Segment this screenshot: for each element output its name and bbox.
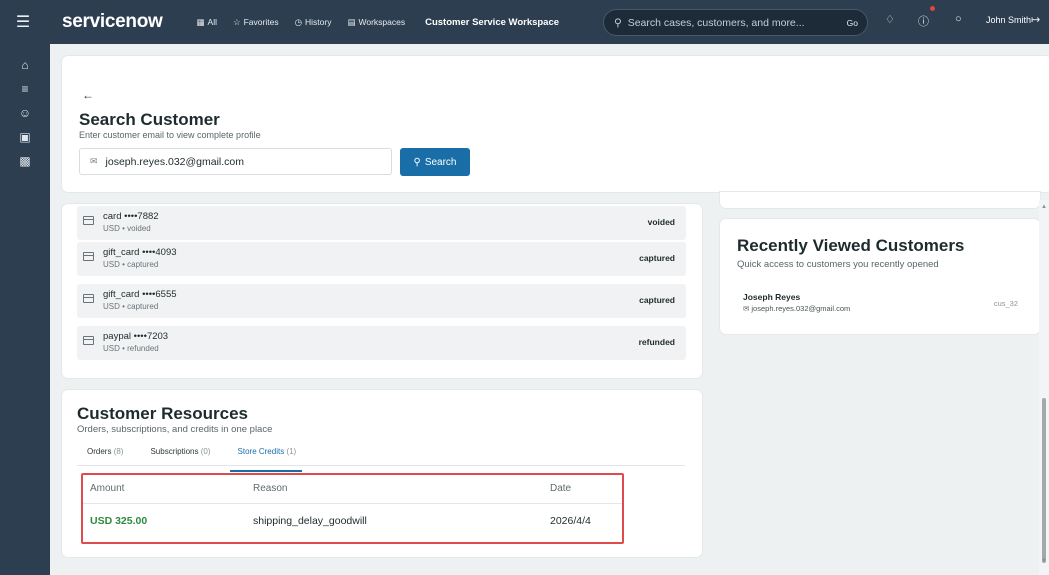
card-icon <box>83 336 94 345</box>
search-button[interactable]: ⚲ Search <box>400 148 470 176</box>
payment-method: gift_card <box>103 289 140 300</box>
clock-icon: ◷ <box>294 16 302 27</box>
nav-all[interactable]: ▦ All <box>197 17 217 28</box>
mail-icon: ✉ <box>90 156 98 166</box>
home-icon[interactable]: ⌂ <box>0 54 50 76</box>
search-icon: ⚲ <box>413 156 421 168</box>
top-navigation-bar: ☰ servicenow ▦ All ☆ Favorites ◷ History ▤ W… <box>0 0 1049 44</box>
page-subtitle: Enter customer email to view complete pr… <box>79 130 261 140</box>
user-name[interactable]: John Smith <box>986 15 1031 25</box>
payment-status: captured <box>639 295 675 305</box>
recent-customer-name: Joseph Reyes <box>743 292 801 302</box>
resource-tabs: Orders (8) Subscriptions (0) Store Credi… <box>77 444 685 472</box>
payment-row[interactable]: paypal ••••7203 USD • refunded refunded <box>77 326 686 360</box>
payment-method: card <box>103 211 122 222</box>
mail-icon: ✉ <box>743 304 750 313</box>
nav-workspaces[interactable]: ▤ Workspaces <box>347 17 405 28</box>
payment-row[interactable]: gift_card ••••6555 USD • captured captur… <box>77 284 686 318</box>
recently-viewed-title: Recently Viewed Customers <box>737 236 965 255</box>
nav-history[interactable]: ◷ History <box>295 17 332 28</box>
card-icon <box>83 294 94 303</box>
recent-customer-id: cus_32 <box>993 299 1018 308</box>
payment-masked: ••••7882 <box>124 211 159 222</box>
search-customer-card: ← Search Customer Enter customer email t… <box>62 56 1049 192</box>
brand-logo[interactable]: servicenow <box>62 11 163 33</box>
logout-icon[interactable]: ↦ <box>1031 13 1040 26</box>
page-scrollbar[interactable]: ▲ ▼ <box>1039 200 1049 575</box>
payment-status: refunded <box>638 337 675 347</box>
star-icon: ☆ <box>232 16 241 27</box>
tab-store-credits[interactable]: Store Credits (1) <box>228 444 302 472</box>
payment-method: gift_card <box>103 247 140 258</box>
left-sidebar: ⌂ ≡ ☺ ▣ ▩ <box>0 44 50 575</box>
highlight-box <box>81 473 624 544</box>
payment-meta: USD • captured <box>103 302 159 311</box>
payment-row[interactable]: card ••••7882 USD • voided voided <box>77 206 686 240</box>
hamburger-menu-icon[interactable]: ☰ <box>0 0 46 44</box>
card-icon <box>83 252 94 261</box>
payment-masked: ••••4093 <box>142 247 177 258</box>
payment-method: paypal <box>103 331 131 342</box>
recently-viewed-subtitle: Quick access to customers you recently o… <box>737 259 939 270</box>
cart-icon[interactable]: ▣ <box>0 126 50 148</box>
global-search-input[interactable]: ⚲ Search cases, customers, and more... G… <box>603 9 868 36</box>
users-icon[interactable]: ☺ <box>0 102 50 124</box>
previous-card-edge <box>720 192 1040 208</box>
payment-status: captured <box>639 253 675 263</box>
payment-meta: USD • refunded <box>103 344 159 353</box>
search-placeholder: Search cases, customers, and more... <box>627 16 805 29</box>
workspace-icon: ▤ <box>347 16 356 27</box>
scroll-down-icon[interactable]: ▼ <box>1041 558 1047 564</box>
recently-viewed-card: Recently Viewed Customers Quick access t… <box>720 219 1040 334</box>
card-icon[interactable]: ▩ <box>0 150 50 172</box>
payment-status: voided <box>647 217 675 227</box>
payment-masked: ••••6555 <box>142 289 177 300</box>
list-icon[interactable]: ≡ <box>0 78 50 100</box>
help-icon[interactable]: ⓘ <box>918 13 929 29</box>
payment-masked: ••••7203 <box>133 331 169 342</box>
workspace-title[interactable]: Customer Service Workspace <box>425 17 559 28</box>
resources-title: Customer Resources <box>77 404 249 423</box>
page-title: Search Customer <box>79 110 220 129</box>
email-field[interactable]: ✉ joseph.reyes.032@gmail.com <box>79 148 392 175</box>
tab-orders[interactable]: Orders (8) <box>77 444 123 465</box>
back-arrow-icon[interactable]: ← <box>82 88 94 102</box>
payment-row[interactable]: gift_card ••••4093 USD • captured captur… <box>77 242 686 276</box>
recent-customer-email: joseph.reyes.032@gmail.com <box>751 304 851 313</box>
resources-subtitle: Orders, subscriptions, and credits in on… <box>77 424 273 435</box>
notification-dot <box>930 6 935 11</box>
scroll-up-icon[interactable]: ▲ <box>1041 204 1047 210</box>
tab-subscriptions[interactable]: Subscriptions (0) <box>140 444 210 465</box>
payment-meta: USD • captured <box>103 260 159 269</box>
bell-icon[interactable]: ♢ <box>885 13 895 26</box>
nav-favorites[interactable]: ☆ Favorites <box>233 17 279 28</box>
scroll-thumb[interactable] <box>1042 398 1046 563</box>
search-go-button[interactable]: Go <box>847 18 858 28</box>
user-icon[interactable]: ○ <box>955 13 962 25</box>
email-value: joseph.reyes.032@gmail.com <box>105 155 245 168</box>
payment-methods-card: card ••••7882 USD • voided voided gift_c… <box>62 204 702 378</box>
grid-icon: ▦ <box>196 16 205 27</box>
card-icon <box>83 216 94 225</box>
search-icon: ⚲ <box>614 16 622 29</box>
payment-meta: USD • voided <box>103 224 151 233</box>
